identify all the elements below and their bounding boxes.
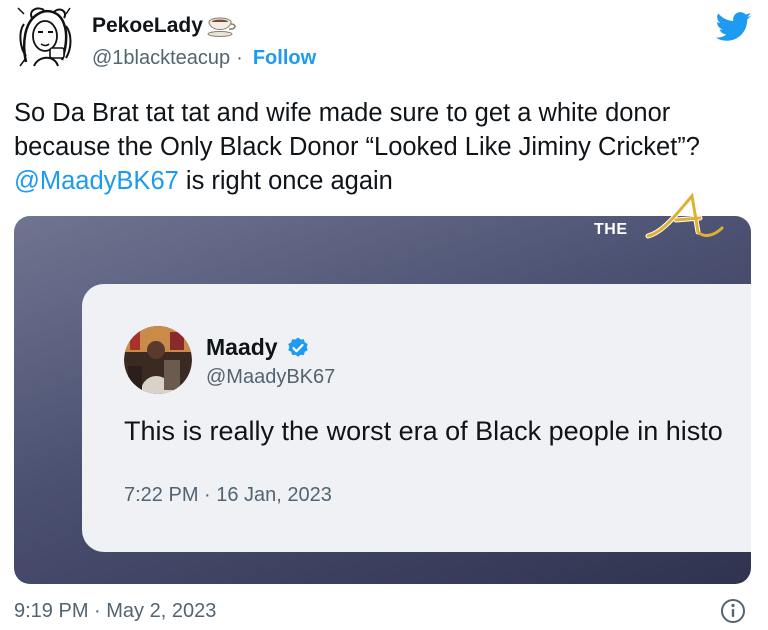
quoted-author-name-text: Maady: [206, 334, 278, 360]
watermark-line-3: THE: [594, 221, 628, 238]
quoted-tweet-text: This is really the worst era of Black pe…: [124, 416, 723, 446]
embedded-tweet: PekoeLady @1blackteacup · Follow So Da B…: [0, 0, 768, 630]
author-display-name[interactable]: PekoeLady: [92, 14, 237, 38]
author-handle-row: @1blackteacup · Follow: [92, 47, 316, 70]
verified-badge-icon: [287, 337, 308, 357]
author-avatar[interactable]: [14, 4, 76, 70]
watermark-line-2: FROM: [594, 203, 645, 220]
watermark-logo-icon: [645, 192, 724, 239]
author-handle[interactable]: @1blackteacup: [92, 47, 230, 70]
tweet-mention-link[interactable]: @MaadyBK67: [14, 167, 179, 195]
teacup-emoji-icon: [207, 17, 236, 37]
site-watermark: STRAIGHT FROM THE: [590, 186, 728, 248]
quoted-author-handle: @MaadyBK67: [206, 366, 336, 388]
tweet-media-image[interactable]: Maady @MaadyBK67 This is really the wors…: [14, 216, 751, 584]
quoted-author-avatar: [124, 326, 192, 394]
tweet-body: So Da Brat tat tat and wife made sure to…: [14, 96, 754, 198]
follow-link[interactable]: Follow: [253, 47, 316, 70]
tweet-text-after: is right once again: [178, 167, 393, 195]
quoted-author-name: Maady: [206, 334, 310, 361]
author-name-text: PekoeLady: [92, 14, 203, 37]
tweet-text-before: So Da Brat tat tat and wife made sure to…: [14, 99, 700, 161]
separator-dot: ·: [236, 47, 243, 69]
info-icon[interactable]: [720, 598, 746, 624]
quoted-tweet-timestamp: 7:22 PM · 16 Jan, 2023: [124, 484, 332, 506]
tweet-timestamp[interactable]: 9:19 PM · May 2, 2023: [14, 600, 216, 623]
twitter-bird-icon[interactable]: [716, 12, 752, 42]
quoted-tweet-card: Maady @MaadyBK67 This is really the wors…: [82, 284, 751, 552]
